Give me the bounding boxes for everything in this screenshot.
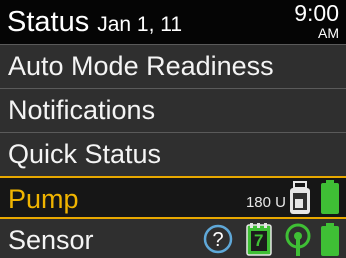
menu-item-sensor[interactable]: Sensor ? 7 xyxy=(0,217,346,258)
menu-item-label: Pump xyxy=(8,184,79,214)
page-title: Status Jan 1, 11 xyxy=(7,5,182,42)
time-label: 9:00 xyxy=(294,0,339,26)
status-header: Status Jan 1, 11 9:00 AM xyxy=(0,0,346,44)
battery-icon xyxy=(321,223,339,256)
menu-item-pump[interactable]: Pump 180 U xyxy=(0,176,346,217)
date-label: Jan 1, 11 xyxy=(97,13,183,36)
sensor-connection-icon xyxy=(285,223,311,256)
menu-item-auto-mode-readiness[interactable]: Auto Mode Readiness xyxy=(0,44,346,88)
ampm-label: AM xyxy=(318,25,339,41)
battery-icon xyxy=(321,180,339,214)
svg-text:?: ? xyxy=(212,229,223,251)
menu-item-label: Auto Mode Readiness xyxy=(8,51,274,81)
menu-item-label: Sensor xyxy=(8,225,94,255)
status-screen: Status Jan 1, 11 9:00 AM Auto Mode Readin… xyxy=(0,0,346,258)
page-title-text: Status xyxy=(7,6,90,38)
calibration-days: 7 xyxy=(254,231,264,250)
reservoir-amount: 180 U xyxy=(245,194,286,211)
menu-item-quick-status[interactable]: Quick Status xyxy=(0,132,346,176)
menu-item-label: Quick Status xyxy=(8,139,162,169)
menu-item-notifications[interactable]: Notifications xyxy=(0,88,346,132)
menu-item-label: Notifications xyxy=(8,95,156,125)
reservoir-icon xyxy=(290,181,310,214)
help-icon: ? xyxy=(203,224,233,254)
